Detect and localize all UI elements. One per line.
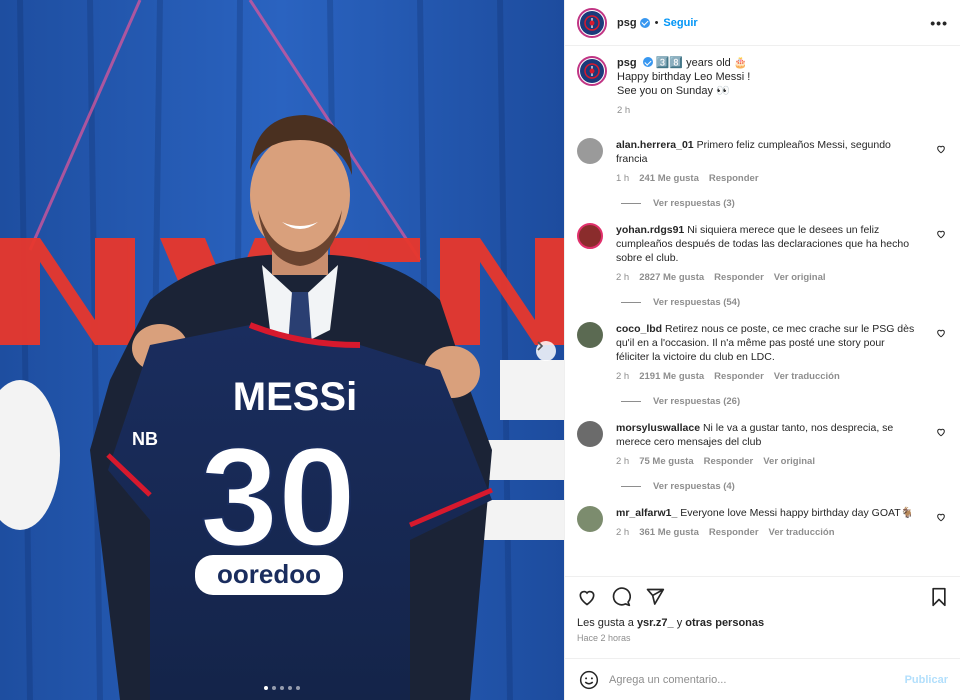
more-options-icon[interactable]: ••• [930,15,948,31]
comment-likes[interactable]: 361 Me gusta [639,526,699,540]
comment-username[interactable]: coco_lbd [616,323,662,335]
comment-time: 2 h [616,456,630,467]
view-replies-label: Ver respuestas (3) [653,198,735,209]
comment-likes[interactable]: 241 Me gusta [639,172,699,186]
caption-line: 3️⃣8️⃣ years old 🎂 [655,57,748,69]
view-replies-button[interactable]: Ver respuestas (3) [621,198,948,209]
comment: coco_lbd Retirez nous ce poste, ce mec c… [577,322,948,384]
separator: • [654,16,659,29]
see-original-button[interactable]: Ver original [763,455,815,469]
comment-text: Everyone love Messi happy birthday day G… [680,507,914,519]
carousel-dot[interactable] [288,686,292,690]
carousel-dot[interactable] [264,686,268,690]
caption-line: See you on Sunday 👀 [617,85,730,97]
post-photo: MESSi 30 ooredoo NB [0,0,564,700]
likes-prefix: Les gusta a [577,617,637,629]
likes-summary: Les gusta a ysr.z7_ y otras personas [577,617,948,629]
post-media[interactable]: MESSi 30 ooredoo NB [0,0,564,700]
avatar[interactable] [577,7,607,38]
view-replies-button[interactable]: Ver respuestas (54) [621,297,948,308]
follow-button[interactable]: Seguir [663,17,697,29]
post-header: psg • Seguir ••• [565,0,960,46]
reply-button[interactable]: Responder [714,370,764,384]
caption-time: 2 h [617,105,631,116]
like-heart-icon[interactable] [577,587,597,607]
comment: yohan.rdgs91 Ni siquiera merece que le d… [577,223,948,285]
view-replies-button[interactable]: Ver respuestas (4) [621,481,948,492]
avatar[interactable] [577,223,603,249]
carousel-dot[interactable] [280,686,284,690]
reply-button[interactable]: Responder [714,271,764,285]
caption-username[interactable]: psg [617,57,637,69]
reply-button[interactable]: Responder [704,455,754,469]
carousel-dots [0,686,564,690]
comment: alan.herrera_01 Primero feliz cumpleaños… [577,138,948,186]
comment-likes[interactable]: 75 Me gusta [639,455,693,469]
comments-list[interactable]: psg 3️⃣8️⃣ years old 🎂 Happy birthday Le… [565,46,960,576]
avatar[interactable] [577,421,603,447]
view-replies-label: Ver respuestas (26) [653,396,741,407]
avatar[interactable] [577,506,603,532]
comment-username[interactable]: yohan.rdgs91 [616,224,684,236]
post-caption: psg 3️⃣8️⃣ years old 🎂 Happy birthday Le… [577,56,948,118]
reply-button[interactable]: Responder [709,526,759,540]
comment-time: 1 h [616,173,630,184]
likes-others-link[interactable]: otras personas [685,617,764,629]
publish-button[interactable]: Publicar [905,674,948,686]
comment-username[interactable]: alan.herrera_01 [616,139,694,151]
carousel-dot[interactable] [296,686,300,690]
comment-time: 2 h [616,371,630,382]
carousel-dot[interactable] [272,686,276,690]
chevron-right-icon [537,341,544,351]
share-icon[interactable] [645,587,665,607]
comment-username[interactable]: mr_alfarw1_ [616,507,677,519]
comment-input[interactable] [609,673,905,686]
comment-time: 2 h [616,527,630,538]
heart-icon[interactable] [936,512,946,522]
comment-time: 2 h [616,272,630,283]
avatar[interactable] [577,56,607,86]
post-time: Hace 2 horas [577,633,631,643]
jersey-sponsor: ooredoo [217,559,321,589]
emoji-icon[interactable] [579,670,599,690]
reply-button[interactable]: Responder [709,172,759,186]
comment-likes[interactable]: 2827 Me gusta [639,271,704,285]
heart-icon[interactable] [936,328,946,338]
jersey-number: 30 [200,418,356,575]
likes-mid: y [673,617,686,629]
view-replies-label: Ver respuestas (54) [653,297,741,308]
comment: mr_alfarw1_ Everyone love Messi happy bi… [577,506,948,540]
jersey-name: MESSi [233,375,357,419]
next-slide-button[interactable] [536,341,556,361]
see-translation-button[interactable]: Ver traducción [769,526,835,540]
comment-icon[interactable] [611,587,631,607]
heart-icon[interactable] [936,229,946,239]
svg-text:NB: NB [132,429,158,449]
add-comment-bar: Publicar [565,658,960,700]
comment: morsyluswallace Ni le va a gustar tanto,… [577,421,948,469]
see-translation-button[interactable]: Ver traducción [774,370,840,384]
heart-icon[interactable] [936,144,946,154]
psg-logo-icon [584,63,600,79]
psg-logo-icon [584,14,600,31]
avatar[interactable] [577,322,603,348]
verified-icon [642,57,653,67]
avatar[interactable] [577,138,603,164]
save-bookmark-icon[interactable] [930,587,948,607]
liker-username[interactable]: ysr.z7_ [637,617,674,629]
post-actions: Les gusta a ysr.z7_ y otras personas Hac… [565,576,960,658]
post-side-panel: psg • Seguir ••• psg 3️⃣8️⃣ years old 🎂 … [564,0,960,700]
view-replies-button[interactable]: Ver respuestas (26) [621,396,948,407]
heart-icon[interactable] [936,427,946,437]
see-original-button[interactable]: Ver original [774,271,826,285]
comment-likes[interactable]: 2191 Me gusta [639,370,704,384]
caption-line: Happy birthday Leo Messi ! [617,71,751,83]
view-replies-label: Ver respuestas (4) [653,481,735,492]
comment-username[interactable]: morsyluswallace [616,422,700,434]
verified-icon [639,17,650,28]
header-username[interactable]: psg [617,17,637,29]
